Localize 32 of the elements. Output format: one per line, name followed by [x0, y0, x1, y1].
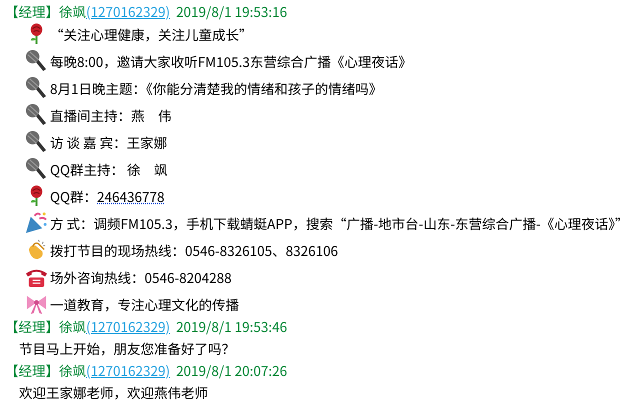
microphone-icon: [25, 103, 48, 126]
message-text: 场外咨询热线：0546-8204288: [50, 266, 232, 286]
sender-name: 徐飒: [59, 360, 86, 380]
sender-role: 【经理】: [5, 316, 59, 336]
message-text: “关注心理健康，关注儿童成长”: [50, 24, 252, 44]
microphone-icon: [25, 76, 48, 99]
message-text: 拨打节目的现场热线：0546-8326105、8326106: [50, 240, 338, 260]
sender-qq-link[interactable]: (1270162329): [86, 1, 170, 21]
microphone-icon: [25, 157, 48, 180]
sender-name: 徐飒: [59, 316, 86, 336]
sender-qq-link[interactable]: (1270162329): [86, 360, 170, 380]
message-text: 每晚8:00，邀请大家收听FM105.3东营综合广播《心理夜话》: [50, 50, 412, 70]
microphone-icon: [25, 130, 48, 153]
sender-name: 徐飒: [59, 1, 86, 21]
message-text: QQ群主持： 徐 飒: [50, 158, 168, 178]
sender-qq-link[interactable]: (1270162329): [86, 316, 170, 336]
message-text: 访 谈 嘉 宾：王家娜: [50, 132, 168, 152]
message-time: 2019/8/1 19:53:46: [176, 316, 288, 336]
sender-role: 【经理】: [5, 1, 59, 21]
message-text: 一道教育，专注心理文化的传播: [50, 294, 239, 314]
party-popper-icon: [25, 211, 48, 234]
message-text: 8月1日晚主题：《你能分清楚我的情绪和孩子的情绪吗》: [50, 78, 382, 98]
message-text: 方 式：调频FM105.3，手机下载蜻蜓APP，搜索“广播-地市台-山东-东营综合广播-《心理夜话》”: [50, 212, 628, 232]
message-text: 欢迎王家娜老师，欢迎燕伟老师: [19, 382, 208, 402]
microphone-icon: [25, 49, 48, 72]
sender-role: 【经理】: [5, 360, 59, 380]
message-time: 2019/8/1 19:53:16: [176, 1, 288, 21]
group-number-link[interactable]: 246436778: [97, 186, 164, 206]
message-time: 2019/8/1 20:07:26: [176, 360, 288, 380]
message-text: QQ群：246436778: [50, 186, 164, 206]
message-text: 直播间主持：燕 伟: [50, 104, 172, 124]
message-text: 节目马上开始，朋友您准备好了吗？: [19, 338, 235, 358]
